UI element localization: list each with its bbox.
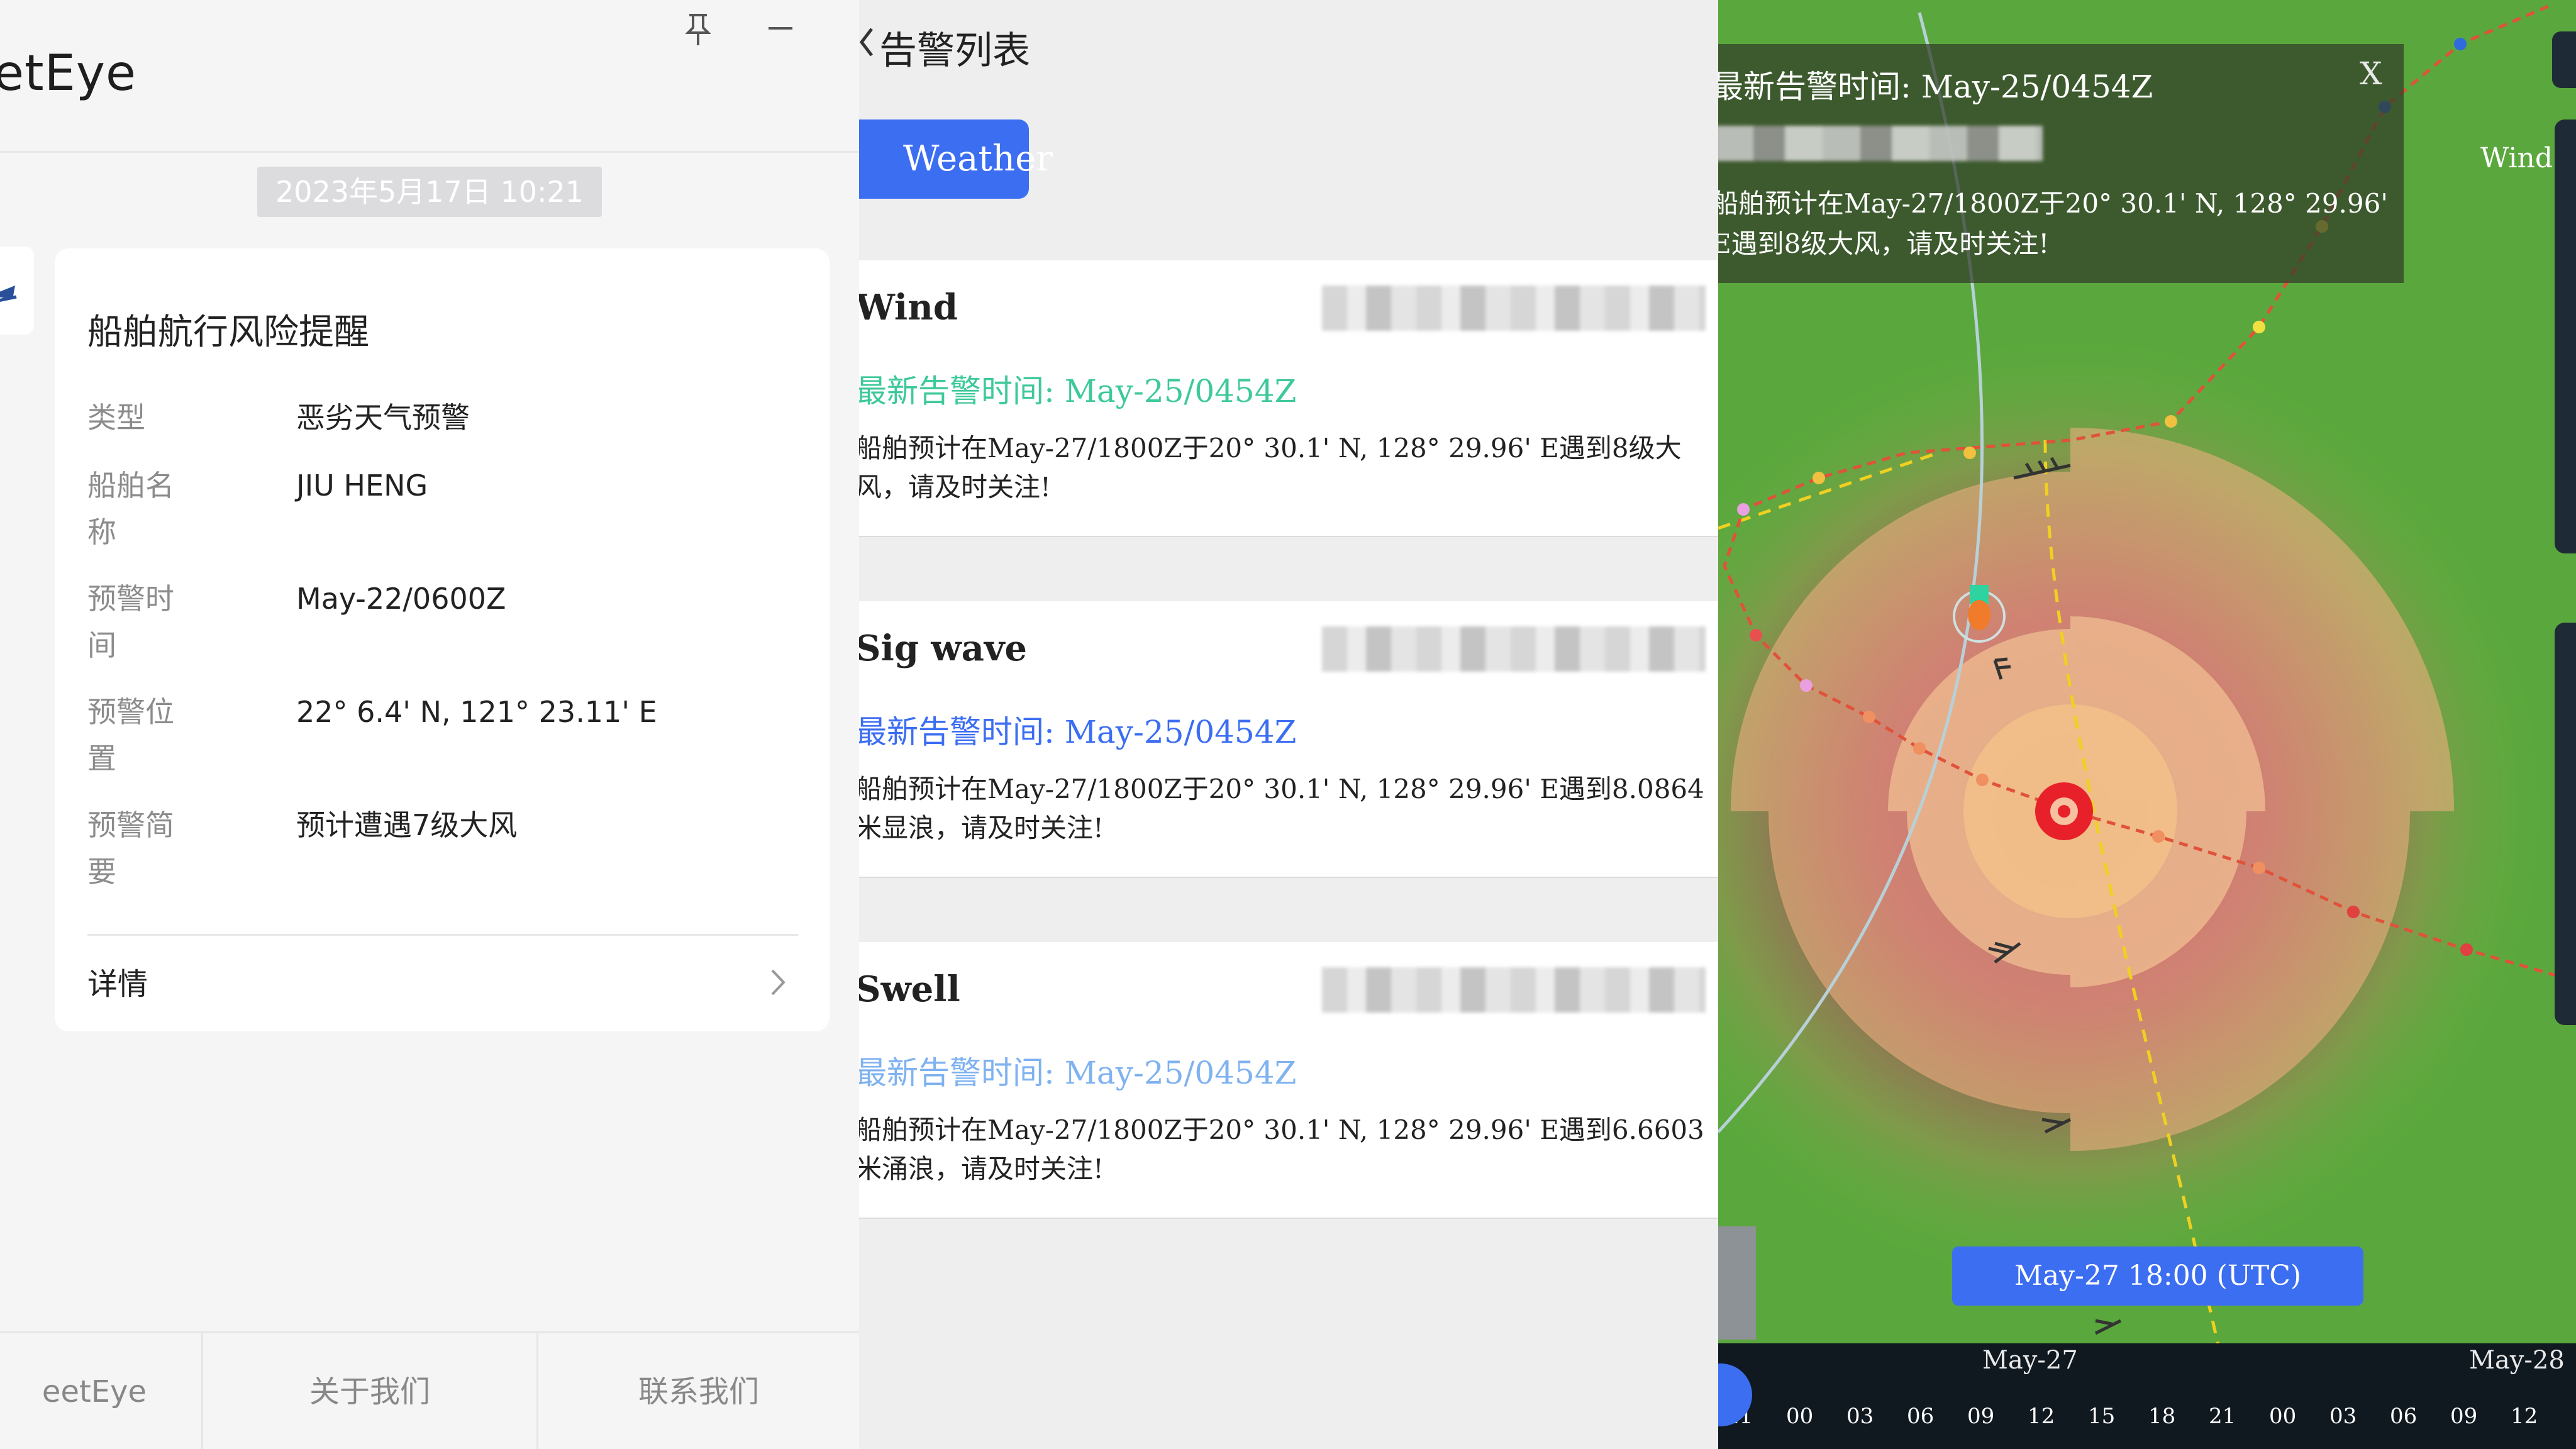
- timeline-hour-label: 06: [2390, 1404, 2418, 1429]
- timeline-hour-label: 12: [2511, 1404, 2538, 1429]
- current-time-box: May-27 18:00 (UTC): [1952, 1246, 2363, 1306]
- tab-weather[interactable]: Weather: [859, 119, 1053, 199]
- timeline-hour-label: 03: [2329, 1404, 2357, 1429]
- timeline-hour-label: 18: [2148, 1404, 2176, 1429]
- timeline-bar[interactable]: May-27 May-28 21000306091215182100030609…: [1718, 1343, 2576, 1449]
- alert-item-wind[interactable]: Wind 最新告警时间: May-25/0454Z 船舶预计在May-27/18…: [859, 260, 1718, 537]
- app-title: etEye: [0, 45, 137, 102]
- field-label: 预警简要: [87, 808, 174, 889]
- ship-avatar-icon: [0, 247, 34, 335]
- redacted-info: [1322, 967, 1706, 1013]
- risk-alert-card[interactable]: 船舶航行风险提醒 类型 恶劣天气预警 船舶名称 JIU HENG 预警时间 Ma…: [55, 248, 830, 1031]
- minimize-icon[interactable]: [769, 25, 792, 31]
- timeline-hour-label: 00: [1786, 1404, 1814, 1429]
- alert-description: 船舶预计在May-27/1800Z于20° 30.1' N, 128° 29.9…: [859, 1114, 1704, 1184]
- alert-list-title: 告警列表: [879, 29, 1030, 73]
- alert-popup[interactable]: 最新告警时间: May-25/0454Z 船舶预计在May-27/1800Z于2…: [1718, 44, 2404, 283]
- field-value: 恶劣天气预警: [296, 401, 470, 435]
- card-divider: [87, 934, 798, 936]
- redacted-info: [1322, 286, 1706, 331]
- field-label: 船舶名称: [87, 469, 174, 549]
- timeline-hour-label: 15: [2088, 1404, 2116, 1429]
- alert-item-swell[interactable]: Swell 最新告警时间: May-25/0454Z 船舶预计在May-27/1…: [859, 942, 1718, 1219]
- alert-name: Swell: [859, 969, 960, 1010]
- typhoon-icon[interactable]: [2035, 782, 2093, 840]
- timeline-hour-label: 12: [2028, 1404, 2055, 1429]
- alert-name: Sig wave: [859, 628, 1028, 669]
- land-mass: [1718, 1226, 1756, 1340]
- alert-time: 最新告警时间: May-25/0454Z: [859, 1055, 1297, 1091]
- alert-description: 船舶预计在May-27/1800Z于20° 30.1' N, 128° 29.9…: [859, 774, 1704, 843]
- popup-alert-description: 船舶预计在May-27/1800Z于20° 30.1' N, 128° 29.9…: [1718, 188, 2388, 259]
- typhoon-map-panel[interactable]: 最新告警时间: May-25/0454Z 船舶预计在May-27/1800Z于2…: [1718, 0, 2576, 1449]
- map-toolbar[interactable]: [2555, 119, 2576, 553]
- field-label: 类型: [87, 401, 145, 435]
- card-title: 船舶航行风险提醒: [87, 312, 369, 353]
- timeline-hour-label: 06: [1907, 1404, 1935, 1429]
- chevron-right-icon[interactable]: [767, 967, 789, 998]
- redacted-info: [1718, 126, 2043, 161]
- redacted-info: [1322, 626, 1706, 672]
- messenger-window: etEye 2023年5月17日 10:21 船舶航行风险提醒 类型 恶劣天气预…: [0, 0, 859, 1449]
- window-header: etEye: [0, 0, 859, 153]
- timeline-hour-label: 03: [1846, 1404, 1874, 1429]
- footer-item-contact[interactable]: 联系我们: [538, 1333, 859, 1449]
- alert-list-panel: 告警列表 Weather Wind 最新告警时间: May-25/0454Z 船…: [859, 0, 1718, 1449]
- timeline-hour-label: 21: [2209, 1404, 2236, 1429]
- field-value: JIU HENG: [296, 469, 428, 502]
- detail-link[interactable]: 详情: [87, 959, 148, 1003]
- footer-item-home[interactable]: eetEye: [0, 1333, 201, 1449]
- pin-icon[interactable]: [686, 13, 711, 47]
- close-icon[interactable]: X: [2360, 55, 2382, 92]
- timeline-day-label: May-28: [2469, 1346, 2565, 1375]
- timeline-hour-label: 09: [1967, 1404, 1995, 1429]
- alert-time: 最新告警时间: May-25/0454Z: [859, 714, 1297, 750]
- alert-description: 船舶预计在May-27/1800Z于20° 30.1' N, 128° 29.9…: [859, 433, 1682, 502]
- field-label: 预警位置: [87, 695, 174, 775]
- footer-nav: eetEye 关于我们 联系我们: [0, 1331, 859, 1449]
- map-layer-toolbar[interactable]: [2555, 623, 2576, 1025]
- timeline-hour-label: 09: [2450, 1404, 2478, 1429]
- field-value: May-22/0600Z: [296, 582, 506, 616]
- back-icon[interactable]: [859, 23, 874, 62]
- alert-item-sig-wave[interactable]: Sig wave 最新告警时间: May-25/0454Z 船舶预计在May-2…: [859, 601, 1718, 878]
- footer-item-about[interactable]: 关于我们: [203, 1333, 536, 1449]
- field-value: 预计遭遇7级大风: [296, 808, 518, 842]
- field-label: 预警时间: [87, 582, 174, 662]
- field-value: 22° 6.4' N, 121° 23.11' E: [296, 695, 657, 729]
- layer-label-wind: Wind: [2480, 142, 2553, 174]
- share-icon[interactable]: [2552, 31, 2576, 88]
- timeline-day-label: May-27: [1982, 1346, 2078, 1375]
- date-badge: 2023年5月17日 10:21: [257, 167, 602, 217]
- popup-alert-time: 最新告警时间: May-25/0454Z: [1718, 69, 2153, 105]
- alert-time: 最新告警时间: May-25/0454Z: [859, 373, 1297, 409]
- timeline-hour-label: 00: [2269, 1404, 2297, 1429]
- timeline-hours: 2100030609121518210003060912: [1718, 1404, 2576, 1441]
- alert-name: Wind: [859, 287, 958, 328]
